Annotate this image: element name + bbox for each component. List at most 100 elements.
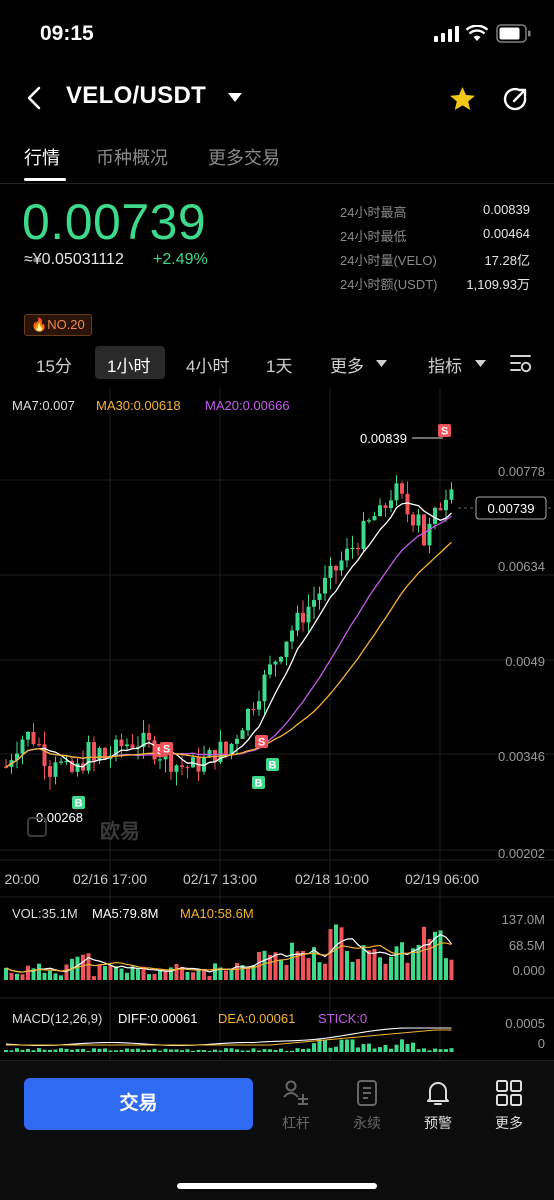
macd-bar [334, 1046, 338, 1052]
macd-bar [240, 1050, 245, 1052]
tab-market[interactable]: 行情 [24, 144, 60, 170]
wifi-icon [466, 25, 488, 41]
back-icon[interactable] [26, 86, 42, 110]
chart-settings-icon[interactable] [510, 352, 532, 374]
candle-body [328, 565, 333, 578]
candle-body [119, 739, 124, 747]
rank-badge[interactable]: 🔥NO.20 [24, 314, 92, 336]
volume-bar [328, 929, 333, 980]
macd-bar [141, 1049, 146, 1052]
candle-body [334, 565, 338, 571]
macd-bar [422, 1048, 426, 1052]
y-tick-label: 0.00634 [498, 559, 545, 574]
candle-body [444, 499, 448, 511]
volume-bar [64, 964, 69, 980]
volume-bar [152, 973, 157, 980]
candle-body [356, 547, 360, 550]
volume-bar [9, 972, 14, 980]
candle-body [158, 759, 162, 761]
macd-bar [213, 1049, 217, 1052]
vol-y-tick: 0.000 [512, 963, 545, 978]
volume-bar [26, 965, 30, 980]
watermark-text: 欧易 [100, 819, 140, 843]
timeframe-1d[interactable]: 1天 [266, 352, 292, 377]
nav-alert[interactable]: 预警 [408, 1079, 468, 1133]
star-icon[interactable] [449, 86, 476, 111]
macd-bar [202, 1050, 206, 1052]
grid-icon [496, 1080, 522, 1106]
caret-down-icon[interactable] [228, 93, 242, 103]
macd-bar [119, 1050, 124, 1052]
macd-bar [345, 1039, 349, 1052]
volume-bar [81, 954, 85, 980]
macd-bar [64, 1048, 69, 1052]
macd-bar [4, 1050, 8, 1052]
ma30-legend: MA30:0.00618 [96, 398, 181, 413]
vol-ma5-legend: MA5:79.8M [92, 906, 158, 921]
macd-bar [306, 1048, 311, 1052]
volume-bar [378, 957, 382, 980]
volume-bar [262, 950, 267, 980]
volume-bar [15, 973, 19, 980]
macd-bar [279, 1048, 283, 1052]
pair-title[interactable]: VELO/USDT [66, 82, 206, 110]
macd-bar [125, 1048, 129, 1052]
trade-marker-label: B [269, 760, 277, 772]
macd-bar [438, 1049, 443, 1052]
candle-body [273, 661, 278, 665]
candle-body [350, 547, 355, 550]
indicator-button[interactable]: 指标 [428, 352, 462, 377]
macd-bar [42, 1049, 47, 1052]
volume-bar [422, 926, 426, 980]
macd-bar [405, 1044, 410, 1052]
macd-bar [114, 1050, 118, 1052]
tab-bar: 行情 币种概况 更多交易 [0, 136, 554, 184]
candle-body [246, 709, 250, 731]
chart-canvas[interactable]: MA7:0.007 MA30:0.00618 MA20:0.00666 0.00778… [0, 388, 554, 1060]
volume-bar [114, 966, 118, 980]
kline-chart[interactable]: MA7:0.007 MA30:0.00618 MA20:0.00666 0.00778… [0, 388, 554, 1060]
tab-underline [24, 178, 66, 181]
volume-bar [235, 963, 239, 980]
nav-more[interactable]: 更多 [479, 1079, 539, 1133]
volume-bar [125, 972, 129, 980]
tab-more-trade[interactable]: 更多交易 [208, 144, 280, 170]
trade-marker-label: B [255, 778, 263, 790]
timeframe-15m[interactable]: 15分 [36, 352, 72, 377]
stat-value: 0.00464 [483, 226, 530, 241]
volume-bar [394, 946, 399, 980]
macd-bar [449, 1048, 454, 1052]
y-tick-label: 0.00202 [498, 846, 545, 861]
stat-label: 24小时最高 [340, 205, 407, 220]
timeframe-1h[interactable]: 1小时 [107, 352, 150, 377]
stat-label: 24小时额(USDT) [340, 277, 438, 292]
ma20-legend: MA20:0.00666 [205, 398, 290, 413]
volume-bar [103, 966, 107, 980]
candle-body [26, 732, 30, 740]
macd-bar [356, 1047, 360, 1052]
tab-overview[interactable]: 币种概况 [96, 144, 168, 170]
share-icon[interactable] [503, 86, 529, 112]
macd-bar [92, 1048, 96, 1052]
trade-button[interactable]: 交易 [24, 1078, 253, 1130]
timeframe-4h[interactable]: 4小时 [186, 352, 229, 377]
candle-body [59, 761, 63, 763]
macd-bar [26, 1049, 30, 1052]
candle-body [306, 606, 311, 623]
candle-body [405, 493, 410, 515]
timeframe-more[interactable]: 更多 [330, 352, 364, 377]
volume-bar [213, 963, 217, 980]
candle-body [411, 514, 415, 526]
macd-bar [262, 1049, 267, 1052]
nav-perpetual[interactable]: 永续 [337, 1079, 397, 1133]
rank-text: NO.20 [47, 317, 85, 332]
volume-bar [317, 962, 322, 980]
volume-bar [383, 963, 388, 980]
nav-margin[interactable]: 杠杆 [266, 1079, 326, 1133]
cny-price: ≈¥0.05031112 [24, 251, 124, 268]
candle-body [262, 674, 267, 702]
volume-bar [334, 924, 338, 980]
candle-body [130, 744, 135, 748]
volume-bar [279, 959, 283, 980]
nav-label: 更多 [495, 1115, 523, 1131]
